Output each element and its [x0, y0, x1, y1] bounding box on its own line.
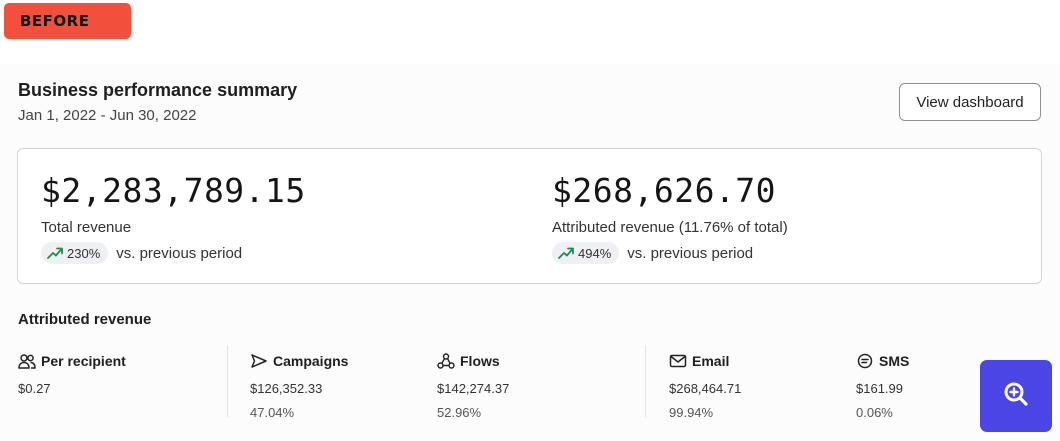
stat-percent: 99.94% — [669, 405, 714, 420]
date-range: Jan 1, 2022 - Jun 30, 2022 — [18, 107, 197, 124]
stat-amount: $142,274.37 — [437, 381, 510, 396]
page-title: Business performance summary — [18, 80, 298, 100]
view-dashboard-button[interactable]: View dashboard — [899, 83, 1041, 121]
total-revenue-value: $2,283,789.15 — [41, 171, 306, 210]
attributed-revenue-value: $268,626.70 — [552, 171, 777, 210]
divider — [645, 345, 646, 417]
stat-label: Flows — [460, 353, 500, 369]
total-revenue-label: Total revenue — [41, 219, 132, 236]
stat-label: SMS — [879, 353, 910, 369]
stat-percent: 0.06% — [856, 405, 893, 420]
zoom-button[interactable] — [980, 360, 1052, 432]
attributed-revenue-metric: $268,626.70 Attributed revenue (11.76% o… — [552, 171, 788, 264]
total-revenue-metric: $2,283,789.15 Total revenue 230% vs. pre… — [41, 171, 306, 264]
stat-label: Per recipient — [41, 353, 126, 369]
total-revenue-trend: 230% vs. previous period — [41, 242, 306, 264]
divider — [227, 345, 228, 417]
stat-amount: $0.27 — [18, 381, 51, 396]
stat-per-recipient: Per recipient $0.27 — [18, 352, 126, 396]
stat-label: Email — [692, 353, 730, 369]
stat-amount: $126,352.33 — [250, 381, 323, 396]
attributed-revenue-heading: Attributed revenue — [18, 311, 152, 328]
stat-percent: 47.04% — [250, 405, 295, 420]
trend-percent: 494% — [578, 245, 612, 261]
sms-icon — [856, 353, 874, 369]
stat-campaigns: Campaigns $126,352.33 47.04% — [250, 352, 348, 420]
performance-summary-card: Business performance summary Jan 1, 2022… — [0, 64, 1060, 441]
revenue-summary-box: $2,283,789.15 Total revenue 230% vs. pre… — [17, 148, 1042, 284]
stat-percent: 52.96% — [437, 405, 482, 420]
zoom-in-icon — [1002, 380, 1030, 413]
attributed-revenue-label: Attributed revenue (11.76% of total) — [552, 219, 788, 236]
trend-up-icon — [558, 246, 574, 260]
trend-percent: 230% — [67, 245, 101, 261]
stat-amount: $161.99 — [856, 381, 903, 396]
trend-badge: 230% — [41, 242, 109, 264]
trend-badge: 494% — [552, 242, 620, 264]
users-icon — [18, 353, 36, 369]
send-icon — [250, 353, 268, 369]
before-badge: BEFORE — [4, 3, 131, 39]
stat-flows: Flows $142,274.37 52.96% — [437, 352, 509, 420]
mail-icon — [669, 353, 687, 369]
flows-icon — [437, 353, 455, 369]
stat-sms: SMS $161.99 0.06% — [856, 352, 909, 420]
stat-email: Email $268,464.71 99.94% — [669, 352, 741, 420]
stat-amount: $268,464.71 — [669, 381, 742, 396]
attributed-revenue-trend: 494% vs. previous period — [552, 242, 788, 264]
stat-label: Campaigns — [273, 353, 349, 369]
trend-comparison: vs. previous period — [627, 244, 754, 262]
trend-up-icon — [47, 246, 63, 260]
trend-comparison: vs. previous period — [116, 244, 243, 262]
